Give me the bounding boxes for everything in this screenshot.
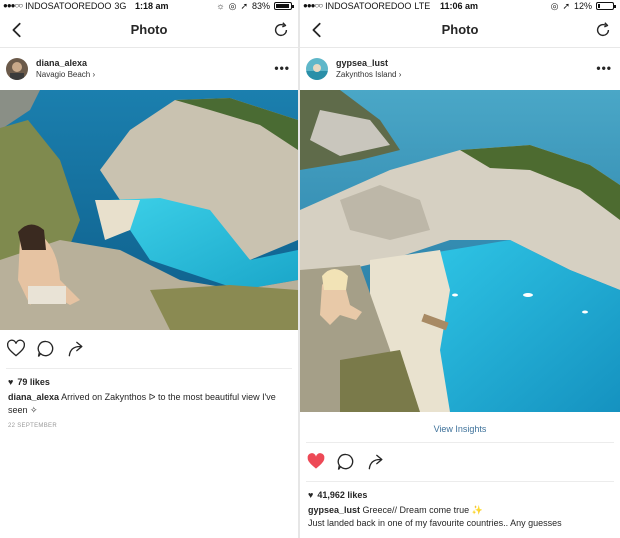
- avatar[interactable]: [306, 58, 328, 80]
- location-arrow-icon: ➚: [562, 1, 570, 11]
- post-header: gypsea_lust Zakynthos Island › •••: [300, 48, 620, 90]
- share-icon[interactable]: [366, 452, 386, 472]
- battery-icon: [274, 2, 294, 10]
- carrier-name: INDOSATOOREDOO: [325, 1, 412, 11]
- caption-line-2: Just landed back in one of my favourite …: [308, 518, 562, 528]
- heart-icon[interactable]: [6, 339, 26, 359]
- post-header: diana_alexa Navagio Beach › •••: [0, 48, 298, 90]
- nav-bar: Photo: [0, 12, 298, 48]
- post-username[interactable]: gypsea_lust: [336, 58, 401, 69]
- view-insights-link[interactable]: View Insights: [300, 412, 620, 442]
- caption-text: Greece// Dream come true ✨: [362, 505, 483, 515]
- nav-bar: Photo: [300, 12, 620, 48]
- heart-small-icon: ♥: [308, 490, 314, 500]
- back-chevron-icon[interactable]: [8, 21, 26, 39]
- left-phone-screen: ●●●○○ INDOSATOOREDOO 3G 1:18 am ☼ ◎ ➚ 83…: [0, 0, 298, 538]
- carrier-name: INDOSATOOREDOO: [25, 1, 112, 11]
- more-icon[interactable]: •••: [274, 61, 290, 75]
- comment-icon[interactable]: [36, 339, 56, 359]
- status-time: 1:18 am: [135, 1, 169, 11]
- post-location-text: Zakynthos Island: [336, 70, 397, 79]
- caption-username[interactable]: diana_alexa: [8, 392, 59, 402]
- signal-dots-icon: ●●●○○: [303, 1, 323, 10]
- post-actions: [300, 443, 620, 481]
- caption: gypsea_lust Greece// Dream come true ✨: [300, 500, 620, 517]
- post-date: 22 SEPTEMBER: [8, 423, 57, 429]
- battery-percent: 83%: [251, 1, 270, 11]
- likes-text: 79 likes: [17, 377, 50, 387]
- battery-icon: [596, 2, 616, 10]
- refresh-icon[interactable]: [272, 21, 290, 39]
- caption: diana_alexa Arrived on Zakynthos ᐅ to th…: [0, 387, 298, 417]
- comment-icon[interactable]: [336, 452, 356, 472]
- right-phone-screen: ●●●○○ INDOSATOOREDOO LTE 11:06 am ◎ ➚ 12…: [300, 0, 620, 538]
- battery-percent: 12%: [573, 1, 592, 11]
- likes-text: 41,962 likes: [317, 490, 368, 500]
- page-title: Photo: [441, 22, 479, 37]
- more-icon[interactable]: •••: [596, 61, 612, 75]
- network-type: 3G: [114, 1, 127, 11]
- post-username[interactable]: diana_alexa: [36, 58, 95, 69]
- caption-username[interactable]: gypsea_lust: [308, 505, 360, 515]
- heart-icon[interactable]: [306, 452, 326, 472]
- post-location[interactable]: Navagio Beach ›: [36, 69, 95, 80]
- heart-small-icon: ♥: [8, 377, 14, 387]
- post-location-text: Navagio Beach: [36, 70, 91, 79]
- status-time: 11:06 am: [440, 1, 479, 11]
- back-chevron-icon[interactable]: [308, 21, 326, 39]
- location-arrow-icon: ➚: [240, 1, 248, 11]
- avatar[interactable]: [6, 58, 28, 80]
- refresh-icon[interactable]: [594, 21, 612, 39]
- status-bar: ●●●○○ INDOSATOOREDOO 3G 1:18 am ☼ ◎ ➚ 83…: [0, 0, 298, 12]
- screenshot-collage: ●●●○○ INDOSATOOREDOO 3G 1:18 am ☼ ◎ ➚ 83…: [0, 0, 620, 538]
- post-photo[interactable]: [0, 90, 298, 330]
- status-bar: ●●●○○ INDOSATOOREDOO LTE 11:06 am ◎ ➚ 12…: [300, 0, 620, 12]
- post-actions: [0, 330, 298, 368]
- alarm-icon: ◎: [228, 1, 237, 11]
- signal-dots-icon: ●●●○○: [3, 1, 23, 10]
- likes-count[interactable]: ♥ 41,962 likes: [300, 482, 620, 500]
- brightness-icon: ☼: [216, 1, 225, 11]
- post-photo[interactable]: [300, 90, 620, 412]
- alarm-icon: ◎: [550, 1, 559, 11]
- likes-count[interactable]: ♥ 79 likes: [0, 369, 298, 387]
- post-location[interactable]: Zakynthos Island ›: [336, 69, 401, 80]
- page-title: Photo: [130, 22, 168, 37]
- network-type: LTE: [414, 1, 431, 11]
- share-icon[interactable]: [66, 339, 86, 359]
